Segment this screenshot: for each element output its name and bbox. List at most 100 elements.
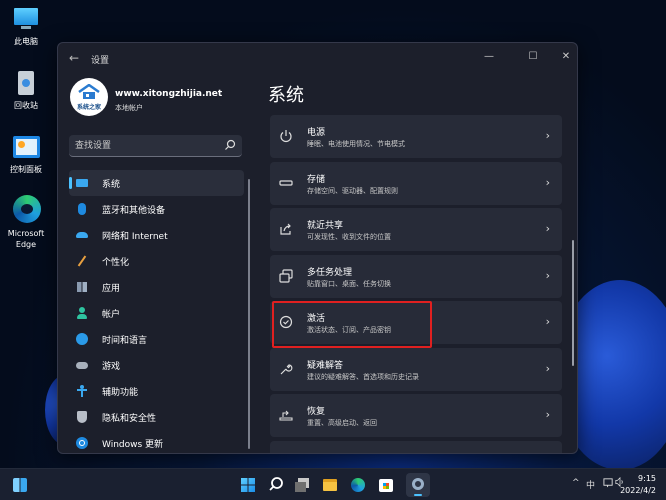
house-logo-icon <box>78 84 100 99</box>
apps-icon <box>76 281 88 293</box>
taskbar: ^ 中 9:15 2022/4/2 <box>0 468 666 500</box>
sidebar-item-label: Windows 更新 <box>102 439 164 450</box>
network-tray-button[interactable] <box>603 477 614 491</box>
chevron-right-icon: › <box>545 222 550 235</box>
widgets-button[interactable] <box>8 473 32 497</box>
sidebar-item-accessibility[interactable]: 辅助功能 <box>69 378 244 404</box>
file-explorer-icon <box>323 479 337 491</box>
sidebar-item-label: 游戏 <box>102 361 121 372</box>
sidebar-item-windows-update[interactable]: Windows 更新 <box>69 430 244 453</box>
sidebar-item-label: 辅助功能 <box>102 387 139 398</box>
store-button[interactable] <box>374 473 398 497</box>
desktop-icon-edge[interactable]: Microsoft Edge <box>0 194 52 250</box>
chevron-up-icon: ^ <box>572 478 580 488</box>
settings-taskbar-button[interactable] <box>406 473 430 497</box>
bluetooth-icon <box>76 203 88 215</box>
recycle-bin-icon <box>11 70 41 96</box>
multitasking-icon <box>279 268 293 283</box>
minimize-button[interactable]: — <box>477 48 501 66</box>
system-icon <box>76 177 88 189</box>
card-subtitle: 激活状态、订阅、产品密钥 <box>307 326 391 334</box>
task-view-button[interactable] <box>290 473 314 497</box>
edge-button[interactable] <box>346 473 370 497</box>
avatar-text: 系统之家 <box>76 104 101 111</box>
card-subtitle: 重置、高级启动、返回 <box>307 419 377 427</box>
sidebar-item-bluetooth[interactable]: 蓝牙和其他设备 <box>69 196 244 222</box>
sidebar-item-gaming[interactable]: 游戏 <box>69 352 244 378</box>
title-bar[interactable]: ← 设置 — ☐ ✕ <box>58 43 577 73</box>
sidebar-scrollbar[interactable] <box>248 179 250 449</box>
clock-time: 9:15 <box>638 474 656 483</box>
search-box[interactable] <box>69 135 242 157</box>
settings-cards: 电源 睡眠、电池使用情况、节电模式 › 存储 存储空间、驱动器、配置规则 › 就… <box>270 115 562 453</box>
card-title: 存储 <box>307 174 326 185</box>
sidebar-item-system[interactable]: 系统 <box>69 170 244 196</box>
maximize-button[interactable]: ☐ <box>521 48 545 66</box>
sidebar-item-privacy-security[interactable]: 隐私和安全性 <box>69 404 244 430</box>
account-icon <box>76 307 88 319</box>
card-subtitle: 存储空间、驱动器、配置规则 <box>307 186 398 195</box>
card-title: 电源 <box>307 128 326 138</box>
card-activation[interactable]: 激活 激活状态、订阅、产品密钥 › <box>270 301 562 344</box>
desktop-icon-recycle-bin[interactable]: 回收站 <box>0 70 52 111</box>
start-button[interactable] <box>236 473 260 497</box>
edge-icon <box>11 194 41 224</box>
troubleshoot-icon <box>280 363 293 374</box>
sidebar-item-network[interactable]: 网络和 Internet <box>69 222 244 248</box>
clock[interactable]: 9:15 2022/4/2 <box>620 473 656 497</box>
search-icon[interactable] <box>224 139 236 151</box>
desktop-icon-control-panel[interactable]: 控制面板 <box>0 134 52 175</box>
card-nearby-share[interactable]: 就近共享 可发现性、收到文件的位置 › <box>270 208 562 251</box>
chevron-right-icon: › <box>545 175 550 189</box>
card-power[interactable]: 电源 睡眠、电池使用情况、节电模式 › <box>270 115 562 158</box>
sidebar-item-time-language[interactable]: 时间和语言 <box>69 326 244 352</box>
sidebar-item-label: 应用 <box>102 283 121 294</box>
recovery-icon <box>279 410 293 421</box>
time-language-icon <box>76 333 88 345</box>
shield-icon <box>76 411 88 423</box>
desktop-icon-label: 控制面板 <box>10 165 42 174</box>
ime-indicator[interactable]: 中 <box>586 478 595 491</box>
card-subtitle: 贴靠窗口、桌面、任务切换 <box>307 279 391 288</box>
page-title: 系统 <box>268 85 304 106</box>
card-title: 多任务处理 <box>307 267 353 278</box>
nearby-share-icon <box>280 223 291 235</box>
chevron-right-icon: › <box>545 408 550 421</box>
sidebar-item-label: 时间和语言 <box>102 335 148 346</box>
card-title: 就近共享 <box>307 221 344 231</box>
main-scrollbar[interactable] <box>572 240 574 366</box>
minimize-icon: — <box>484 51 494 62</box>
card-subtitle: 建议的疑难解答、首选项和历史记录 <box>307 372 419 381</box>
card-recovery[interactable]: 恢复 重置、高级启动、返回 › <box>270 394 562 437</box>
sidebar-item-label: 隐私和安全性 <box>102 413 157 424</box>
taskbar-search-button[interactable] <box>264 473 288 497</box>
brush-icon <box>76 255 88 267</box>
tray-overflow-button[interactable]: ^ <box>572 478 580 488</box>
accessibility-icon <box>76 385 88 397</box>
card-storage[interactable]: 存储 存储空间、驱动器、配置规则 › <box>270 161 562 205</box>
sidebar-item-apps[interactable]: 应用 <box>69 274 244 300</box>
back-button[interactable]: ← <box>66 50 82 66</box>
sidebar-item-label: 系统 <box>102 179 121 190</box>
search-input[interactable] <box>69 135 219 156</box>
sidebar-item-label: 帐户 <box>102 309 121 320</box>
card-subtitle: 可发现性、收到文件的位置 <box>307 233 391 241</box>
sidebar-item-label: 蓝牙和其他设备 <box>102 205 166 216</box>
file-explorer-button[interactable] <box>318 473 342 497</box>
card-title: 恢复 <box>307 407 326 417</box>
sidebar-item-label: 个性化 <box>102 257 130 268</box>
card-subtitle: 睡眠、电池使用情况、节电模式 <box>307 140 405 148</box>
desktop-icon-this-pc[interactable]: 此电脑 <box>0 6 52 47</box>
maximize-icon: ☐ <box>528 51 538 62</box>
card-partial[interactable] <box>270 440 562 453</box>
control-panel-icon <box>11 134 41 160</box>
search-icon <box>269 477 283 491</box>
sidebar-item-accounts[interactable]: 帐户 <box>69 300 244 326</box>
card-title: 激活 <box>307 314 326 324</box>
sidebar-item-personalization[interactable]: 个性化 <box>69 248 244 274</box>
chevron-right-icon: › <box>545 361 550 375</box>
card-multitasking[interactable]: 多任务处理 贴靠窗口、桌面、任务切换 › <box>270 254 562 298</box>
close-button[interactable]: ✕ <box>554 48 577 66</box>
wifi-icon <box>76 229 88 241</box>
card-troubleshoot[interactable]: 疑难解答 建议的疑难解答、首选项和历史记录 › <box>270 347 562 391</box>
